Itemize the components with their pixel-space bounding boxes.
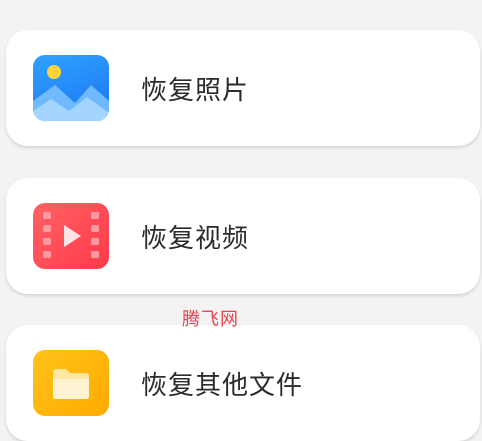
photo-icon: [33, 55, 109, 121]
recover-other-files-card[interactable]: 恢复其他文件: [6, 325, 480, 441]
recover-other-files-label: 恢复其他文件: [141, 370, 304, 401]
watermark-text: 腾飞网: [182, 309, 239, 330]
video-icon: [33, 203, 109, 269]
recover-videos-card[interactable]: 恢复视频: [6, 178, 480, 294]
recover-photos-card[interactable]: 恢复照片: [6, 30, 480, 146]
recover-photos-label: 恢复照片: [141, 75, 250, 106]
folder-icon: [33, 350, 109, 416]
recover-videos-label: 恢复视频: [141, 223, 250, 254]
